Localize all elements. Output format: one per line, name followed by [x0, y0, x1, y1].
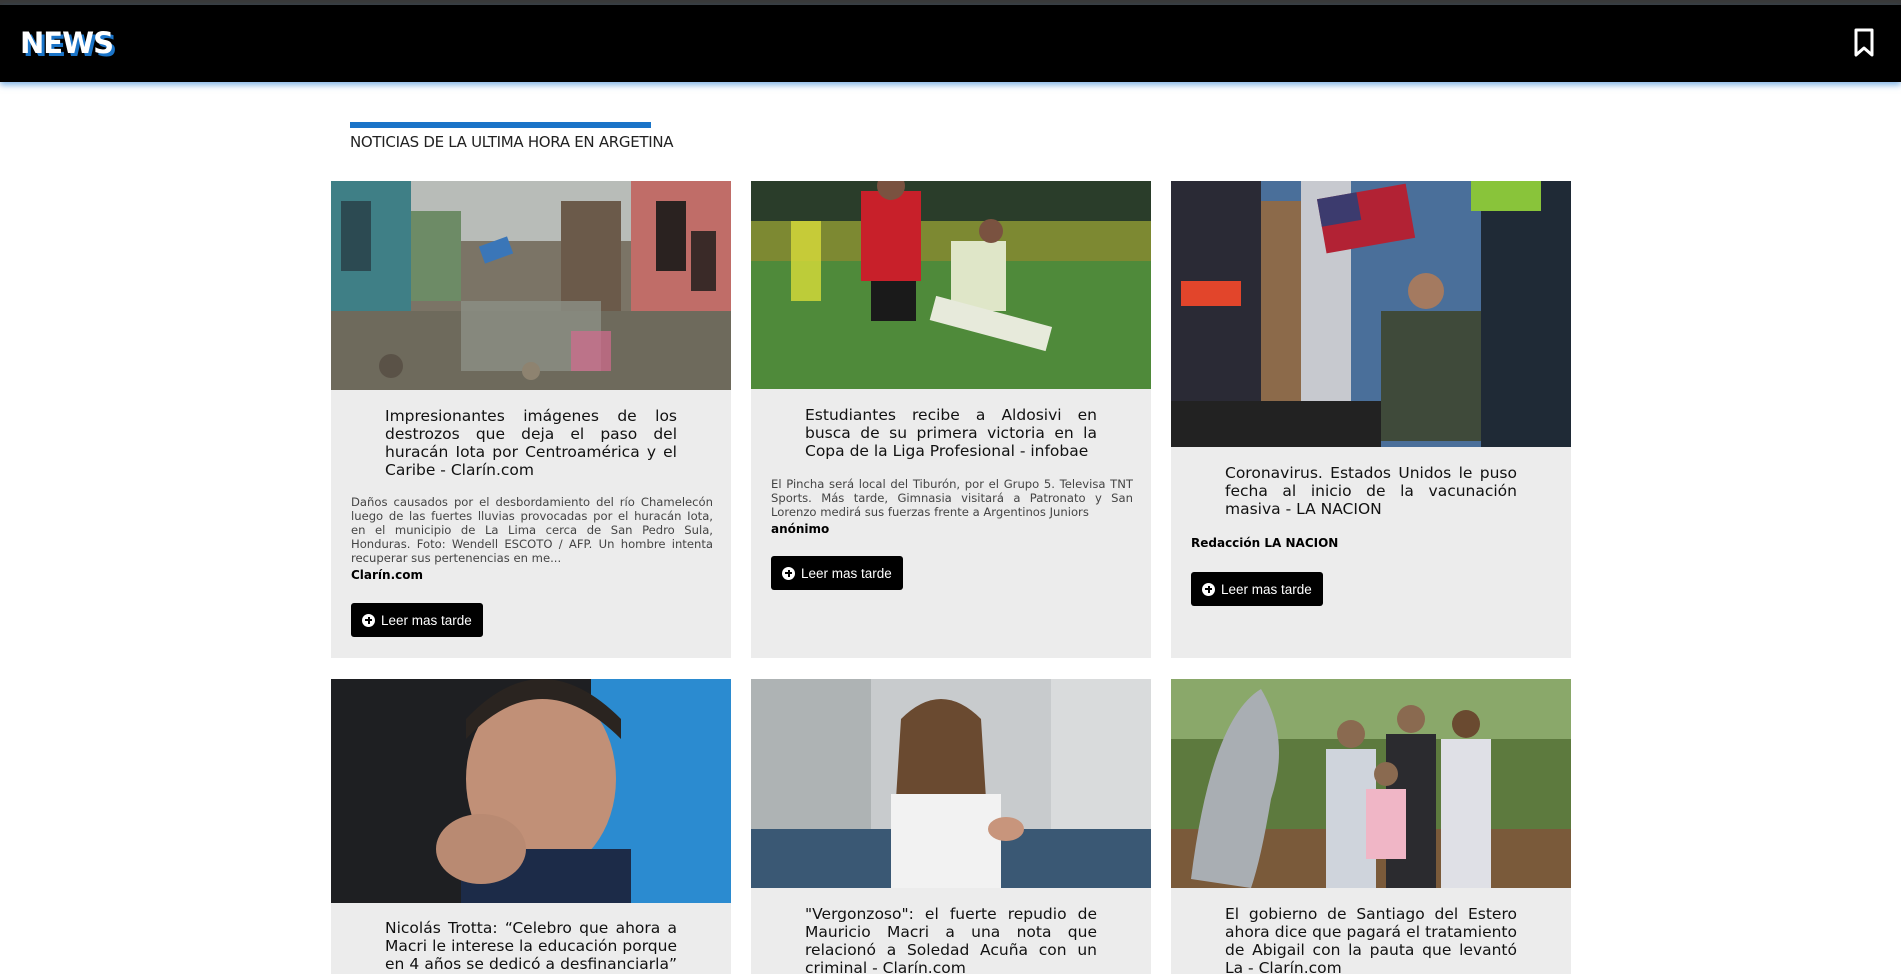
- article-title[interactable]: El gobierno de Santiago del Estero ahora…: [1225, 905, 1517, 974]
- article-image-flood[interactable]: [331, 181, 731, 390]
- article-source: Clarín.com: [351, 568, 424, 582]
- section-accent-bar: [350, 122, 651, 128]
- site-logo[interactable]: NEWS: [20, 26, 114, 60]
- article-description: El Pincha será local del Tiburón, por el…: [771, 477, 1133, 519]
- read-later-label: Leer mas tarde: [1221, 581, 1312, 597]
- news-card: Estudiantes recibe a Aldosivi en busca d…: [751, 181, 1151, 658]
- section-title: NOTICIAS DE LA ULTIMA HORA EN ARGETINA: [350, 133, 674, 151]
- article-image-family[interactable]: [1171, 679, 1571, 888]
- article-image-times-square[interactable]: [1171, 181, 1571, 447]
- article-title[interactable]: Coronavirus. Estados Unidos le puso fech…: [1225, 464, 1517, 518]
- article-source: Redacción LA NACION: [1191, 536, 1339, 550]
- article-image-trotta[interactable]: [331, 679, 731, 903]
- news-card: Impresionantes imágenes de los destrozos…: [331, 181, 731, 658]
- plus-circle-icon: [362, 613, 375, 627]
- article-source: anónimo: [771, 522, 830, 536]
- news-card: Coronavirus. Estados Unidos le puso fech…: [1171, 181, 1571, 658]
- read-later-button[interactable]: Leer mas tarde: [1191, 572, 1323, 606]
- read-later-label: Leer mas tarde: [801, 565, 892, 581]
- article-image-football[interactable]: [751, 181, 1151, 389]
- article-title[interactable]: Impresionantes imágenes de los destrozos…: [385, 407, 677, 479]
- plus-circle-icon: [1202, 582, 1215, 596]
- bookmark-icon[interactable]: [1853, 28, 1875, 58]
- article-title[interactable]: "Vergonzoso": el fuerte repudio de Mauri…: [805, 905, 1097, 974]
- news-card: El gobierno de Santiago del Estero ahora…: [1171, 679, 1571, 974]
- read-later-label: Leer mas tarde: [381, 612, 472, 628]
- article-description: Daños causados por el desbordamiento del…: [351, 495, 713, 565]
- article-image-acuna[interactable]: [751, 679, 1151, 888]
- read-later-button[interactable]: Leer mas tarde: [771, 556, 903, 590]
- article-title[interactable]: Estudiantes recibe a Aldosivi en busca d…: [805, 406, 1097, 460]
- plus-circle-icon: [782, 566, 795, 580]
- article-title[interactable]: Nicolás Trotta: “Celebro que ahora a Mac…: [385, 919, 677, 974]
- news-card: Nicolás Trotta: “Celebro que ahora a Mac…: [331, 679, 731, 974]
- read-later-button[interactable]: Leer mas tarde: [351, 603, 483, 637]
- news-card: "Vergonzoso": el fuerte repudio de Mauri…: [751, 679, 1151, 974]
- top-navbar: NEWS: [0, 5, 1901, 82]
